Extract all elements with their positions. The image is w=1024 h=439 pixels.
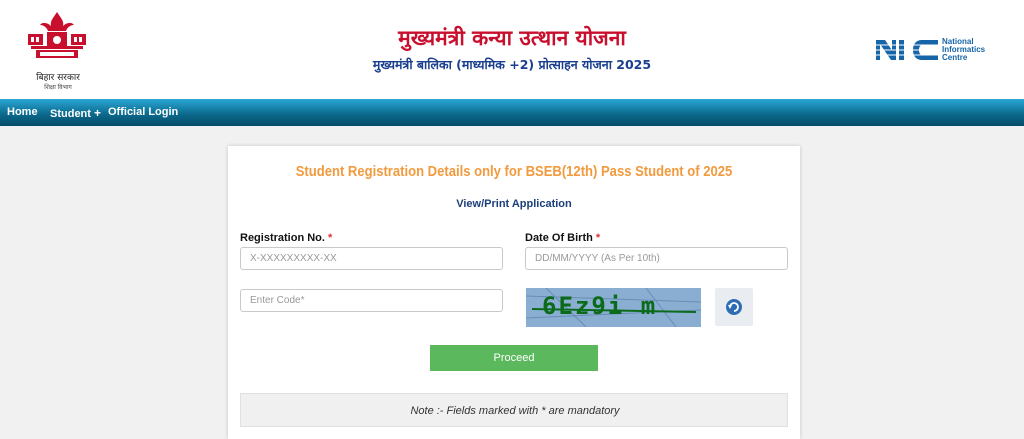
registration-label: Registration No. *	[240, 232, 332, 244]
captcha-code-input[interactable]	[240, 289, 503, 312]
page-subtitle: मुख्यमंत्री बालिका (माध्यमिक +2) प्रोत्स…	[372, 57, 652, 72]
captcha-image: 6Ez9i m	[526, 288, 701, 327]
nav-student-plus: +	[94, 106, 102, 120]
nav-official-login[interactable]: Official Login	[108, 106, 178, 118]
main-navbar: Home Student + Official Login	[0, 99, 1024, 126]
registration-label-text: Registration No.	[240, 232, 325, 244]
gov-department: शिक्षा विभाग	[44, 84, 72, 91]
view-print-application-link[interactable]: View/Print Application	[228, 198, 800, 210]
registration-input[interactable]	[240, 247, 503, 270]
refresh-captcha-button[interactable]	[715, 288, 753, 326]
nic-logo	[876, 40, 938, 60]
site-header: बिहार सरकार शिक्षा विभाग मुख्यमंत्री कन्…	[0, 0, 1024, 99]
nav-home[interactable]: Home	[7, 106, 38, 118]
nic-line-3: Centre	[942, 53, 968, 62]
form-heading: Student Registration Details only for BS…	[295, 163, 733, 180]
dob-label: Date Of Birth *	[525, 232, 600, 244]
registration-card: Student Registration Details only for BS…	[228, 146, 800, 439]
mandatory-note: Note :- Fields marked with * are mandato…	[410, 405, 620, 417]
nic-name: National Informatics Centre	[942, 38, 985, 62]
proceed-button[interactable]: Proceed	[430, 345, 598, 371]
nav-student-label: Student	[50, 108, 91, 120]
page-title: मुख्यमंत्री कन्या उत्थान योजना	[398, 26, 626, 50]
required-mark: *	[595, 232, 601, 244]
dob-input[interactable]	[525, 247, 788, 270]
mandatory-note-box: Note :- Fields marked with * are mandato…	[240, 393, 788, 427]
nav-student[interactable]: Student +	[50, 106, 101, 120]
refresh-icon	[726, 299, 742, 315]
required-mark: *	[328, 232, 333, 244]
dob-label-text: Date Of Birth	[525, 232, 593, 244]
captcha-text: 6Ez9i m	[542, 292, 658, 320]
